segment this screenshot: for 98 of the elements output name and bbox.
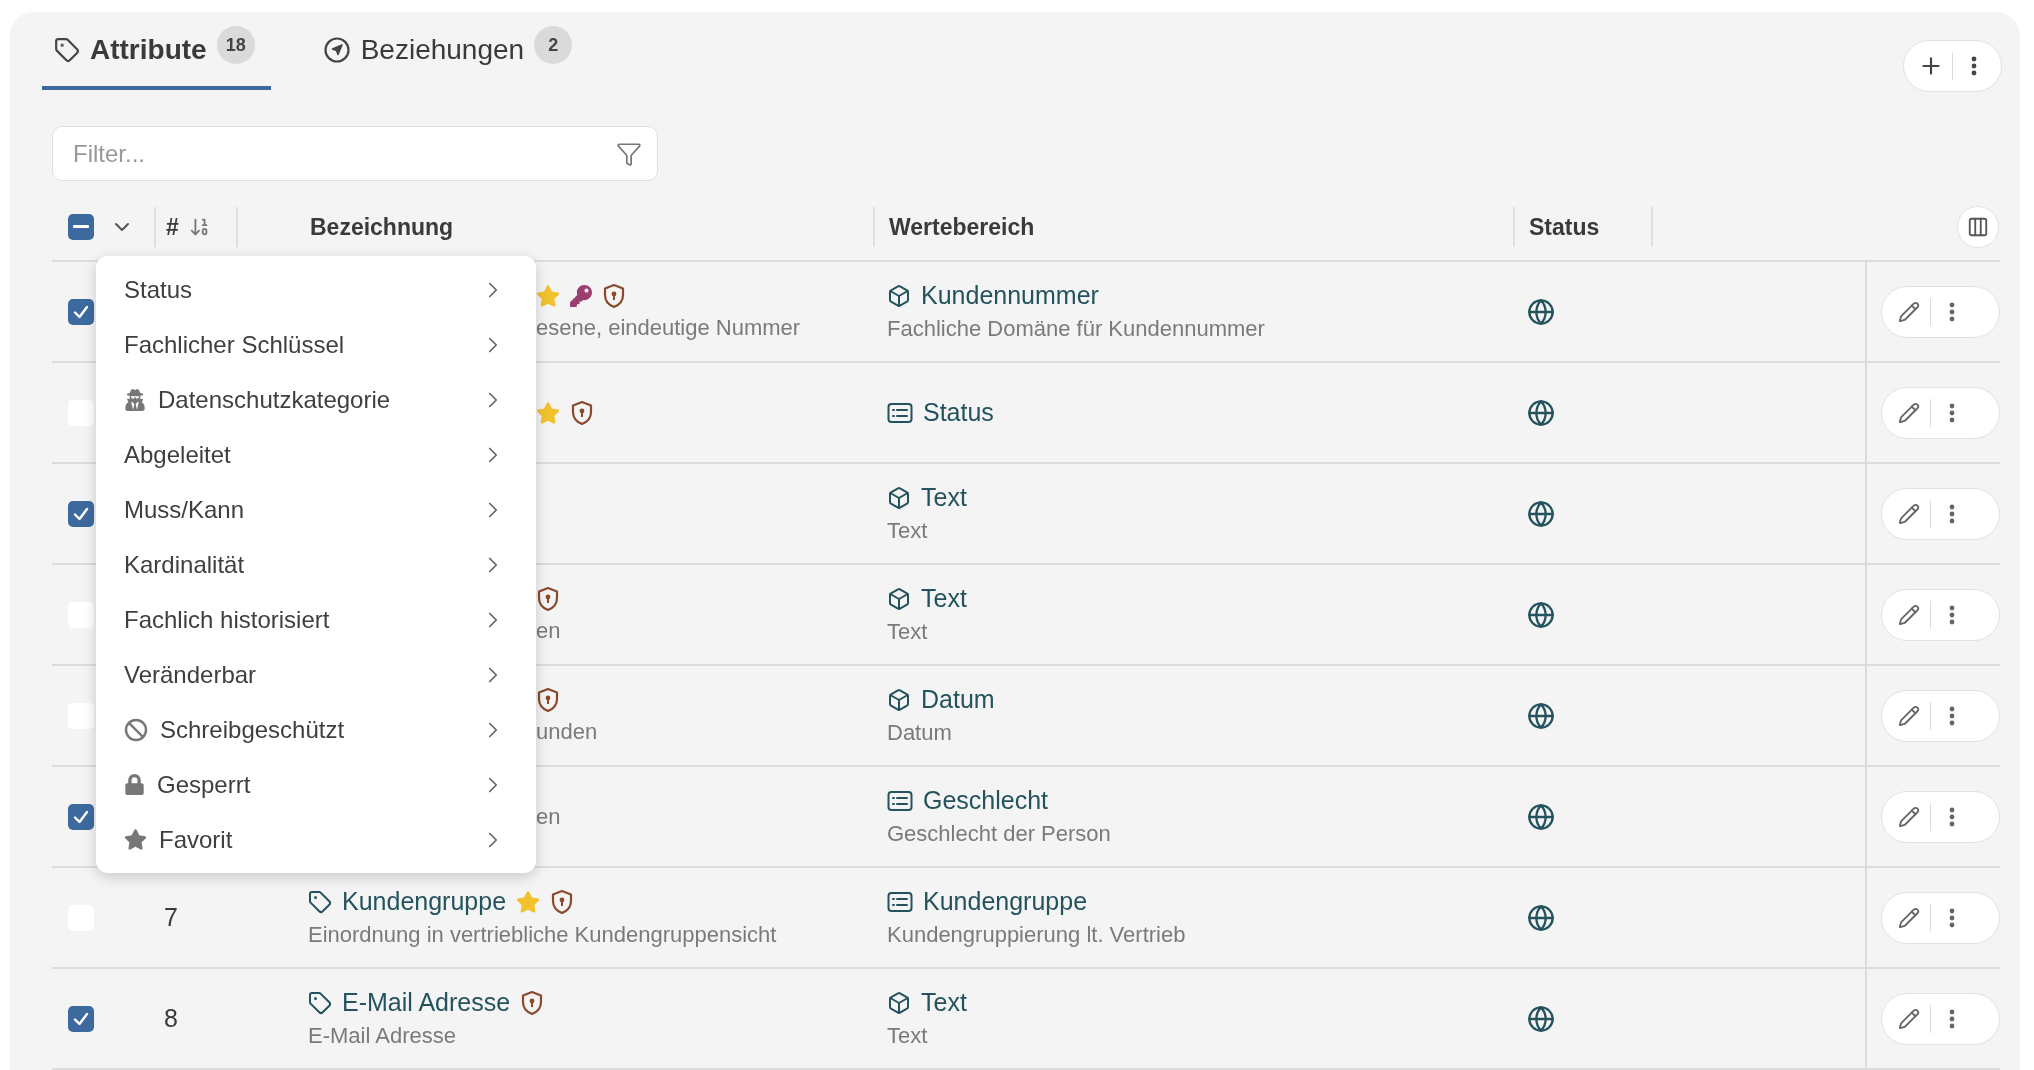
more-icon [1949,907,1955,928]
star-icon [124,828,147,851]
globe-icon [1527,1004,1555,1033]
domain-description: Fachliche Domäne für Kundennummer [887,316,1266,342]
more-icon [1949,1008,1955,1029]
column-header: Status [1529,213,1600,241]
column-header: Bezeichnung [310,213,454,241]
pencil-icon [1898,805,1920,828]
row-number: 8 [163,1004,179,1033]
tab[interactable]: Attribute 18 [42,26,271,90]
domain-description: Text [887,619,929,645]
globe-icon [1527,398,1555,427]
attribute-name[interactable]: Kundengruppe [342,887,507,916]
domain-description: Text [887,1023,929,1049]
tag-icon [54,37,80,63]
attribute-description: en [536,617,562,644]
cube-icon [887,283,911,308]
pencil-icon [1898,401,1920,424]
more-icon [1949,503,1955,524]
domain-name[interactable]: Text [921,988,967,1017]
menu-item[interactable]: Fachlicher Schlüssel [96,317,536,372]
domain-name[interactable]: Kundennummer [921,281,1099,310]
cube-icon [887,485,911,510]
pencil-icon [1898,704,1920,727]
pencil-icon [1898,906,1920,929]
checkbox[interactable] [68,1005,94,1032]
checkbox[interactable] [68,803,94,830]
menu-item[interactable]: Kardinalität [96,537,536,592]
checkbox[interactable] [68,500,94,527]
more-icon [1949,806,1955,827]
checkbox[interactable] [68,399,94,426]
globe-icon [1527,903,1555,932]
cube-icon [887,687,911,712]
globe-icon [1527,802,1555,831]
domain-name[interactable]: Text [921,483,967,512]
domain-name[interactable]: Datum [921,685,995,714]
domain-description: Datum [887,720,953,746]
count-badge: 2 [534,26,573,64]
list-icon [887,401,913,424]
attribute-description: unden [536,718,599,745]
pencil-icon [1898,1007,1920,1030]
domain-description: Text [887,518,929,544]
attribute-description: esene, eindeutige Nummer [536,314,802,341]
menu-item[interactable]: Abgeleitet [96,427,536,482]
more-icon [1971,56,1977,76]
list-icon [887,789,913,812]
domain-name[interactable]: Geschlecht [923,786,1049,815]
checkbox[interactable] [68,702,94,729]
menu-item[interactable]: Favorit [96,812,536,867]
menu-item[interactable]: Veränderbar [96,647,536,702]
more-icon [1949,604,1955,625]
column-header: # [166,213,179,241]
menu-item[interactable]: Muss/Kann [96,482,536,537]
globe-icon [1527,499,1555,528]
spy-icon [124,388,146,411]
cube-icon [887,990,911,1015]
menu-item[interactable]: Datenschutzkategorie [96,372,536,427]
column-header: Wertebereich [889,213,1035,241]
menu-item[interactable]: Gesperrt [96,757,536,812]
menu-item[interactable]: Fachlich historisiert [96,592,536,647]
tab[interactable]: Beziehungen 2 [310,26,589,90]
domain-name[interactable]: Status [923,398,994,427]
columns-button[interactable] [1957,206,1999,248]
globe-icon [1527,701,1555,730]
checkbox[interactable] [68,214,94,240]
count-badge: 18 [216,26,255,64]
pencil-icon [1898,300,1920,323]
globe-icon [1527,297,1555,326]
domain-name[interactable]: Text [921,584,967,613]
domain-description: Geschlecht der Person [887,821,1112,847]
columns-icon [1967,216,1989,238]
more-icon [1949,402,1955,423]
attribute-description: en [536,803,562,830]
list-icon [887,890,913,913]
menu-item[interactable]: Schreibgeschützt [96,702,536,757]
attribute-description: Einordnung in vertriebliche Kundengruppensicht [308,922,778,948]
filter-icon[interactable] [616,141,642,167]
domain-description: Kundengruppierung lt. Vertrieb [887,922,1187,948]
more-icon [1949,301,1955,322]
checkbox[interactable] [68,298,94,325]
tag-icon [308,990,332,1015]
prohibited-icon [124,717,148,742]
menu-item[interactable]: Status [96,262,536,317]
lock-icon [124,774,145,795]
row-number: 7 [163,903,179,932]
attribute-description: E-Mail Adresse [308,1023,457,1049]
more-icon [1949,705,1955,726]
checkbox[interactable] [68,601,94,628]
dash-icon [73,225,89,229]
pencil-icon [1898,603,1920,626]
navigation-icon [322,36,351,64]
pencil-icon [1898,502,1920,525]
domain-name[interactable]: Kundengruppe [923,887,1088,916]
attribute-name[interactable]: E-Mail Adresse [342,988,511,1017]
filter-field[interactable]: Filter... [52,126,658,181]
cube-icon [887,586,911,611]
globe-icon [1527,600,1555,629]
tag-icon [308,889,332,914]
